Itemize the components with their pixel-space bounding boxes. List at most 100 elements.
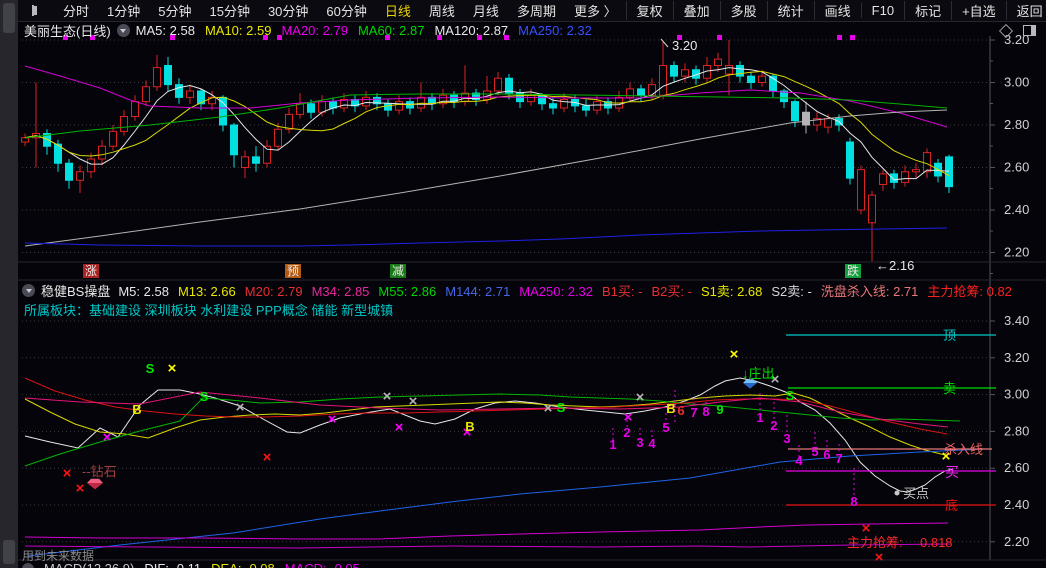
gray-x-marker: × [771,371,780,388]
signal-badge-1: 预 [285,264,301,278]
period-tab-6[interactable]: 日线 [376,1,420,20]
period-tabs: 分时1分钟5分钟15分钟30分钟60分钟日线周线月线多周期更多 〉 [54,1,626,20]
signal-letter: S [146,361,155,376]
sidebar-handle-bottom[interactable] [3,540,15,564]
red-x-marker: × [862,520,871,537]
chevron-down-icon[interactable] [117,24,130,37]
split-panel-icon[interactable] [1023,25,1036,36]
yellow-x-marker: × [168,360,177,377]
bs-field-9: S1卖: 2.68 [701,284,762,299]
bottom-magenta-2 [25,544,950,548]
lower-indicator-lines [25,335,996,556]
gray-x-marker: × [236,399,245,416]
ma250-line [25,228,947,246]
macd-values: MACD(12,26,9)DIF: -0.11DEA: -0.08MACD: -… [44,561,370,568]
left-sidebar-strip[interactable] [0,0,18,568]
signal-letter: S [557,400,566,415]
signal-badge-0: 涨 [83,264,99,278]
window-layout-icon[interactable] [32,5,34,16]
ma-red [25,378,947,434]
indicator-name[interactable]: 稳健BS操盘 [41,281,110,300]
period-tab-7[interactable]: 周线 [420,1,464,20]
svg-text:2.80: 2.80 [1004,423,1029,438]
signal-letter: 2 [623,425,630,440]
signal-letter: 6 [823,447,830,462]
bs-indicator-header: 稳健BS操盘 M5: 2.58M13: 2.66M20: 2.79M34: 2.… [18,281,1046,300]
signal-letter: 3 [636,435,643,450]
svg-text:2.40: 2.40 [1004,202,1029,217]
signal-letter: 3 [783,431,790,446]
svg-text:2.20: 2.20 [1004,534,1029,549]
svg-text:3.40: 3.40 [1004,313,1029,328]
signal-letter: 7 [835,451,842,466]
bs-field-8: B2买: - [651,284,691,299]
ma-green [25,394,960,466]
signal-letter: B [465,419,474,434]
toolbar-button-7[interactable]: +自选 [951,1,1006,20]
annotation-text: 买点 [903,486,929,501]
svg-text:3.00: 3.00 [1004,387,1029,402]
period-tab-10[interactable]: 更多 〉 [565,1,626,20]
period-tab-4[interactable]: 30分钟 [259,1,317,20]
yellow-x-marker: × [942,448,951,465]
period-tab-9[interactable]: 多周期 [508,1,565,20]
chevron-down-icon[interactable] [22,284,35,297]
red-x-marker: × [63,465,72,482]
annotation-text: ↓庄出 [742,366,775,381]
annotation-text: 0.818 [920,535,953,550]
bs-field-2: M20: 2.79 [245,284,303,299]
toolbar-button-8[interactable]: 返回 [1006,1,1046,20]
toolbar-button-1[interactable]: 叠加 [673,1,720,20]
red-x-marker: × [263,449,272,466]
signal-letter: 8 [702,404,709,419]
period-tab-8[interactable]: 月线 [464,1,508,20]
signal-letter: 9 [716,402,723,417]
main-annotations: 3.20←2.16 [661,38,914,273]
ma-field-5: MA250: 2.32 [518,23,592,38]
toolbar-button-0[interactable]: 复权 [626,1,673,20]
toolbar-button-5[interactable]: F10 [861,3,904,18]
ma-yellow [25,393,945,455]
signal-letter: B [132,402,141,417]
signal-letter: 1 [756,410,763,425]
bottom-magenta-1 [25,523,948,539]
sector-list[interactable]: 所属板块：基础建设 深圳板块 水利建设 PPP概念 储能 新型城镇 [24,300,393,319]
toolbar-buttons: 复权叠加多股统计画线F10标记+自选返回 [626,1,1046,20]
signal-letter: B [666,401,675,416]
annotation-text: 底 [945,498,958,513]
annotation-text: --钻石 [82,464,117,479]
ma5-line [25,68,949,180]
annotation-text: 杀入线 [944,442,983,457]
gem-icon [87,479,103,483]
gray-x-marker: × [544,400,553,417]
candlestick-series [22,40,953,261]
ma-field-0: MA5: 2.58 [136,23,195,38]
chevron-down-icon[interactable] [22,563,34,568]
period-tab-5[interactable]: 60分钟 [317,1,375,20]
period-tab-1[interactable]: 1分钟 [98,1,149,20]
period-tab-2[interactable]: 5分钟 [149,1,200,20]
toolbar-button-4[interactable]: 画线 [814,1,861,20]
stock-title[interactable]: 美丽生态(日线) [24,21,111,40]
diamond-marker-icon[interactable] [999,23,1013,37]
period-tabs-bar: 分时1分钟5分钟15分钟30分钟60分钟日线周线月线多周期更多 〉 复权叠加多股… [18,0,1046,22]
toolbar-button-6[interactable]: 标记 [904,1,951,20]
signal-white [25,378,953,492]
annotation-text: 买 [945,464,959,480]
toolbar-button-3[interactable]: 统计 [767,1,814,20]
toolbar-button-2[interactable]: 多股 [720,1,767,20]
sector-row: 所属板块：基础建设 深圳板块 水利建设 PPP概念 储能 新型城镇 [18,300,393,318]
period-tab-0[interactable]: 分时 [54,1,98,20]
gray-x-marker: × [636,389,645,406]
gem-icon [743,379,757,383]
bs-field-6: MA250: 2.32 [519,284,593,299]
signal-letter: S [786,388,795,403]
gray-x-marker: × [409,393,418,410]
bs-field-3: M34: 2.85 [312,284,370,299]
signal-letter: S [200,389,209,404]
signal-badge-row: 涨预减跌 [18,262,1046,281]
period-tab-3[interactable]: 15分钟 [200,1,258,20]
sidebar-handle-top[interactable] [3,3,15,33]
signal-letter: 2 [770,418,777,433]
stock-chart-app: 3.203.002.802.602.402.203.403.203.002.80… [0,0,1046,568]
